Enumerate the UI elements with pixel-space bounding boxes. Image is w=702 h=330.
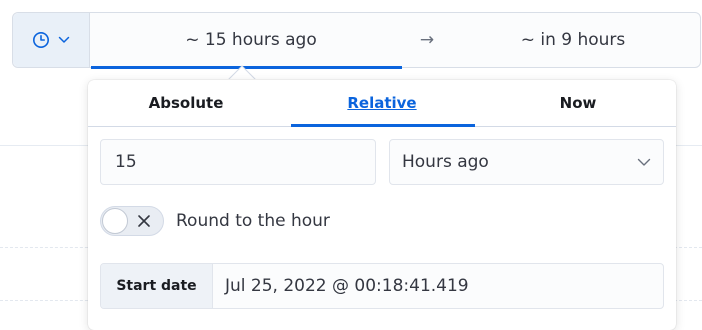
popover-arrow — [227, 65, 257, 81]
toggle-knob — [102, 208, 128, 234]
tab-relative[interactable]: Relative — [284, 80, 480, 126]
chevron-down-icon — [58, 36, 70, 44]
tab-now[interactable]: Now — [480, 80, 676, 126]
relative-unit-value: Hours ago — [402, 152, 489, 172]
active-tab-indicator — [291, 124, 475, 127]
tab-absolute[interactable]: Absolute — [88, 80, 284, 126]
start-date-field: Start date Jul 25, 2022 @ 00:18:41.419 — [100, 263, 664, 309]
popover-tabs: Absolute Relative Now — [88, 80, 676, 127]
date-popover: Absolute Relative Now Hours ago Round to… — [88, 80, 676, 330]
relative-value-input[interactable] — [100, 139, 376, 185]
start-date-label: Start date — [101, 264, 213, 308]
start-date-button[interactable]: ~ 15 hours ago — [101, 13, 401, 67]
date-picker-bar: ~ 15 hours ago → ~ in 9 hours — [12, 12, 701, 69]
end-date-button[interactable]: ~ in 9 hours — [453, 13, 693, 67]
quick-menu-button[interactable] — [13, 13, 90, 67]
range-arrow-icon: → — [419, 30, 435, 50]
round-to-hour-toggle[interactable] — [100, 206, 164, 236]
relative-unit-select[interactable]: Hours ago — [389, 139, 664, 185]
round-to-hour-row: Round to the hour — [100, 204, 330, 238]
chevron-down-icon — [637, 152, 651, 172]
close-icon — [135, 212, 153, 230]
clock-icon — [32, 31, 50, 49]
start-date-value[interactable]: Jul 25, 2022 @ 00:18:41.419 — [213, 264, 663, 308]
round-to-hour-label: Round to the hour — [176, 211, 330, 231]
